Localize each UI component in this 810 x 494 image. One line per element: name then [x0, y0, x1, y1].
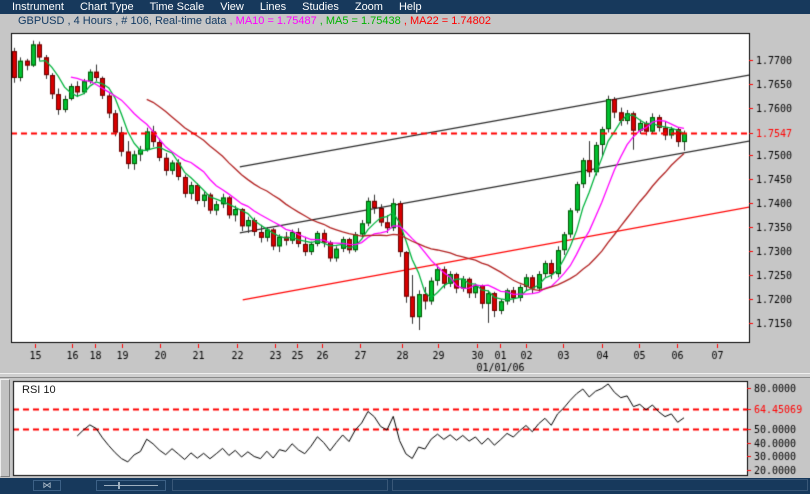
menu-item-zoom[interactable]: Zoom [347, 0, 391, 14]
rsi-study-label: RSI 10 [22, 384, 56, 396]
status-section-left [172, 479, 388, 491]
status-section-right [392, 479, 808, 491]
zoom-slider[interactable] [96, 480, 166, 491]
menu-item-instrument[interactable]: Instrument [4, 0, 72, 14]
menu-item-time-scale[interactable]: Time Scale [142, 0, 213, 14]
zoom-slider-track [104, 482, 158, 489]
menu-item-studies[interactable]: Studies [294, 0, 347, 14]
menu-item-chart-type[interactable]: Chart Type [72, 0, 142, 14]
chart-application-window: Instrument Chart Type Time Scale View Lines S… [0, 0, 810, 494]
ma5-legend: , MA5 = 1.75438 [316, 15, 401, 27]
menu-bar: Instrument Chart Type Time Scale View Lines S… [0, 0, 810, 14]
chart-info-bar: GBPUSD , 4 Hours , # 106, Real-time data… [0, 14, 810, 29]
menu-item-help[interactable]: Help [391, 0, 430, 14]
pan-handle-button[interactable]: ⋈ [33, 480, 61, 491]
price-chart-canvas[interactable] [0, 28, 810, 378]
ma10-legend: , MA10 = 1.75487 [226, 15, 317, 27]
rsi-chart-canvas[interactable] [0, 378, 810, 478]
pan-handle-icon: ⋈ [42, 480, 52, 490]
ma22-legend: , MA22 = 1.74802 [400, 15, 491, 27]
menu-item-lines[interactable]: Lines [252, 0, 294, 14]
zoom-slider-thumb[interactable] [118, 482, 120, 489]
status-bar: ⋈ [0, 478, 810, 494]
chart-title: GBPUSD , 4 Hours , # 106, Real-time data [18, 15, 227, 27]
menu-item-view[interactable]: View [212, 0, 252, 14]
